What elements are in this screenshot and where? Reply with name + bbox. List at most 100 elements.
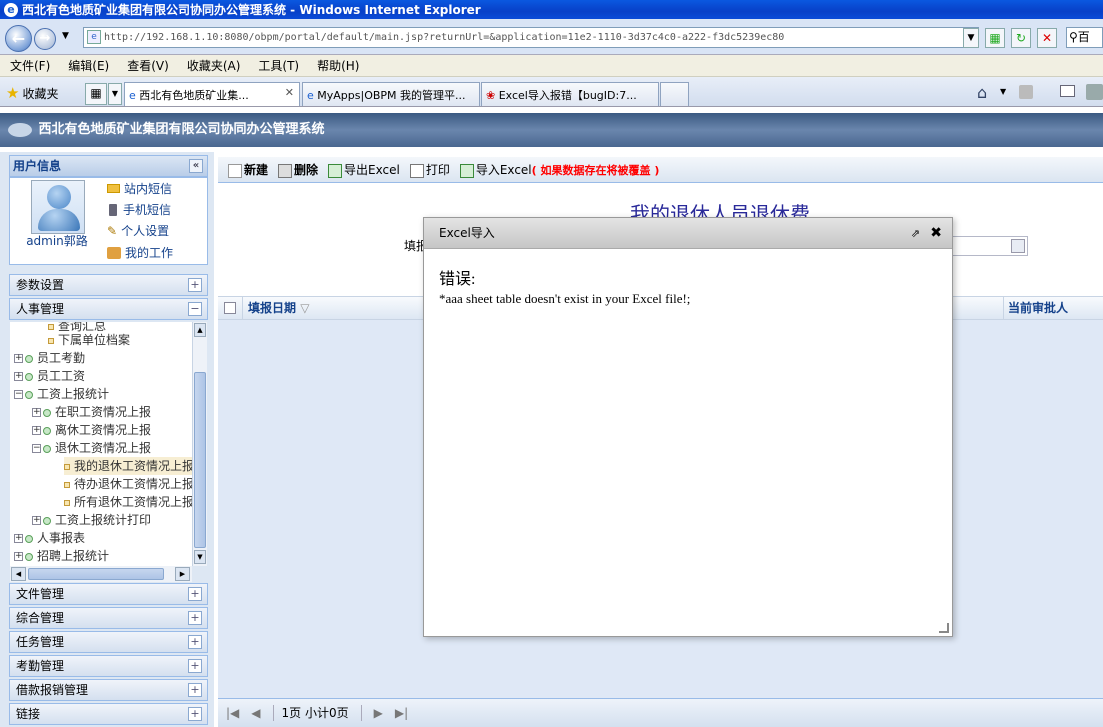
scroll-left-icon[interactable]: ◀ <box>11 567 26 581</box>
section-hr[interactable]: 人事管理 − <box>9 298 208 320</box>
excel-import-icon <box>459 163 474 178</box>
delete-button[interactable]: 删除 <box>278 161 318 178</box>
tab-close-icon[interactable]: ✕ <box>285 86 294 99</box>
username[interactable]: admin郭路 <box>26 234 88 249</box>
address-input[interactable]: http://192.168.1.10:8080/obpm/portal/def… <box>83 27 979 48</box>
link-internal-sms[interactable]: 站内短信 <box>107 180 172 197</box>
tree-node-salary-print[interactable]: + 工资上报统计打印 <box>32 511 151 529</box>
home-icon[interactable]: ⌂ <box>977 83 987 102</box>
expand-icon[interactable]: + <box>14 354 23 363</box>
expand-icon[interactable]: + <box>32 408 41 417</box>
favorites-button[interactable]: ★ 收藏夹 <box>6 84 58 102</box>
last-page-icon[interactable]: ▶| <box>395 699 408 727</box>
expand-icon[interactable]: + <box>14 534 23 543</box>
scroll-right-icon[interactable]: ▶ <box>175 567 190 581</box>
resize-handle[interactable] <box>939 623 949 633</box>
section-tasks[interactable]: 任务管理 + <box>9 631 208 653</box>
print-button[interactable]: 打印 <box>409 161 450 178</box>
sort-icon[interactable]: ▽ <box>300 301 309 315</box>
close-icon[interactable]: ✖ <box>930 218 942 249</box>
next-page-icon[interactable]: ▶ <box>374 699 383 727</box>
link-mobile-sms[interactable]: 手机短信 <box>107 201 171 218</box>
section-attendance[interactable]: 考勤管理 + <box>9 655 208 677</box>
tab-myapps[interactable]: e MyApps|OBPM 我的管理平... <box>302 82 480 106</box>
menu-help[interactable]: 帮助(H) <box>317 57 359 74</box>
compatibility-icon[interactable]: ▦ <box>985 28 1005 48</box>
tree-node-my-retired-salary[interactable]: 我的退休工资情况上报 <box>64 457 192 475</box>
section-parameters[interactable]: 参数设置 + <box>9 274 208 296</box>
tree-node-salary-report[interactable]: − 工资上报统计 <box>14 385 109 403</box>
expand-icon[interactable]: + <box>188 635 202 649</box>
back-button[interactable]: ← <box>5 25 32 52</box>
link-my-work[interactable]: 我的工作 <box>107 244 173 261</box>
expand-icon[interactable]: + <box>188 707 202 721</box>
expand-icon[interactable]: + <box>188 611 202 625</box>
expand-icon[interactable]: + <box>32 516 41 525</box>
tab-portal[interactable]: e 西北有色地质矿业集... ✕ <box>124 82 300 106</box>
expand-icon[interactable]: + <box>188 659 202 673</box>
section-links[interactable]: 链接 + <box>9 703 208 725</box>
new-button[interactable]: 新建 <box>228 161 268 178</box>
date-input[interactable] <box>950 236 1028 256</box>
column-fill-date[interactable]: 填报日期 ▽ <box>248 297 309 319</box>
new-tab-button[interactable] <box>660 82 689 106</box>
print-icon[interactable] <box>1086 84 1103 100</box>
feeds-icon[interactable] <box>1019 85 1033 99</box>
expand-icon[interactable]: + <box>188 683 202 697</box>
scroll-thumb[interactable] <box>194 372 206 548</box>
mail-icon[interactable] <box>1060 85 1075 97</box>
tree-node-retired-salary-lixiu[interactable]: + 离休工资情况上报 <box>32 421 151 439</box>
menu-favorites[interactable]: 收藏夹(A) <box>187 57 241 74</box>
tree-node-hr-reports[interactable]: + 人事报表 <box>14 529 85 547</box>
menu-edit[interactable]: 编辑(E) <box>68 57 109 74</box>
section-documents[interactable]: 文件管理 + <box>9 583 208 605</box>
tab-list-dropdown-icon[interactable]: ▼ <box>108 83 122 105</box>
tree-vertical-scrollbar[interactable]: ▲ ▼ <box>192 322 207 566</box>
address-dropdown-icon[interactable]: ▼ <box>963 28 979 48</box>
menu-file[interactable]: 文件(F) <box>10 57 50 74</box>
history-dropdown-icon[interactable]: ▼ <box>62 31 69 41</box>
tree-node-salary[interactable]: + 员工工资 <box>14 367 85 385</box>
expand-icon[interactable]: + <box>14 552 23 561</box>
home-dropdown-icon[interactable]: ▼ <box>1000 87 1006 96</box>
select-all-checkbox[interactable] <box>224 302 236 314</box>
collapse-icon[interactable]: − <box>14 390 23 399</box>
import-excel-button[interactable]: 导入Excel( 如果数据存在将被覆盖 ) <box>459 161 659 178</box>
quick-tabs-icon[interactable]: ▦ <box>85 83 107 105</box>
section-expenses[interactable]: 借款报销管理 + <box>9 679 208 701</box>
menu-tools[interactable]: 工具(T) <box>258 57 299 74</box>
export-excel-button[interactable]: 导出Excel <box>328 161 400 178</box>
tree-node-all-retired-salary[interactable]: 所有退休工资情况上报 <box>64 493 192 511</box>
collapse-icon[interactable]: − <box>188 302 202 316</box>
scroll-up-icon[interactable]: ▲ <box>194 323 206 337</box>
calendar-icon[interactable] <box>1011 239 1025 253</box>
tree-node-attendance[interactable]: + 员工考勤 <box>14 349 85 367</box>
scroll-down-icon[interactable]: ▼ <box>194 550 206 564</box>
tree-node-retired-salary[interactable]: − 退休工资情况上报 <box>32 439 151 457</box>
search-input[interactable]: ⚲百 <box>1066 27 1103 48</box>
tree-horizontal-scrollbar[interactable]: ◀ ▶ <box>10 566 192 582</box>
tab-excel-bug[interactable]: ❀ Excel导入报错【bugID:7... <box>481 82 659 106</box>
first-page-icon[interactable]: |◀ <box>226 699 239 727</box>
forward-button[interactable]: → <box>34 28 56 50</box>
expand-icon[interactable]: + <box>188 278 202 292</box>
tree-node-active-salary[interactable]: + 在职工资情况上报 <box>32 403 151 421</box>
collapse-icon[interactable]: « <box>189 159 203 173</box>
refresh-icon[interactable]: ↻ <box>1011 28 1031 48</box>
tree-node-recruitment[interactable]: + 招聘上报统计 <box>14 547 109 565</box>
popout-icon[interactable]: ⇗ <box>911 218 920 249</box>
prev-page-icon[interactable]: ◀ <box>251 699 260 727</box>
tree-node-sub-archives[interactable]: 下属单位档案 <box>48 331 130 349</box>
column-current-approver[interactable]: 当前审批人 <box>1008 297 1068 319</box>
expand-icon[interactable]: + <box>32 426 41 435</box>
folder-icon <box>43 408 51 417</box>
stop-icon[interactable]: ✕ <box>1037 28 1057 48</box>
tree-node-pending-retired-salary[interactable]: 待办退休工资情况上报 <box>64 475 192 493</box>
link-personal-settings[interactable]: ✎ 个人设置 <box>107 222 169 239</box>
section-general[interactable]: 综合管理 + <box>9 607 208 629</box>
expand-icon[interactable]: + <box>14 372 23 381</box>
collapse-icon[interactable]: − <box>32 444 41 453</box>
scroll-thumb[interactable] <box>28 568 164 580</box>
menu-view[interactable]: 查看(V) <box>127 57 169 74</box>
expand-icon[interactable]: + <box>188 587 202 601</box>
